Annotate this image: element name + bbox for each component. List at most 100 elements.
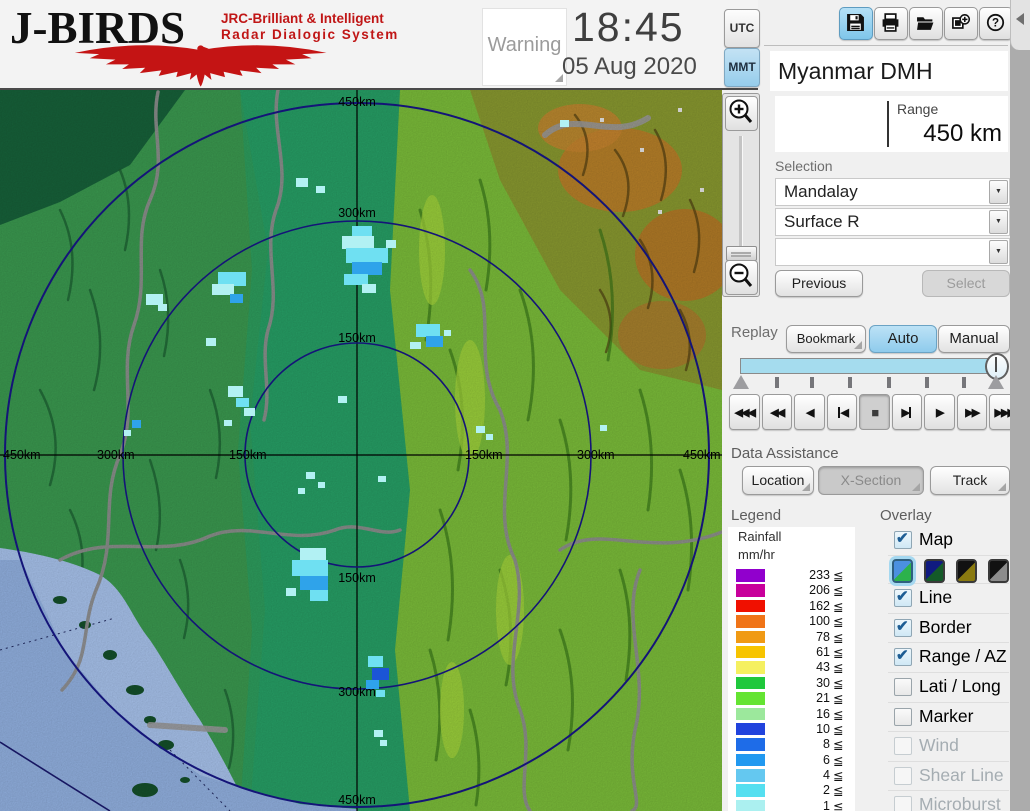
step-forward-button[interactable]: ▶ [891,394,922,430]
legend-row: 21 ≦ [728,691,855,706]
overlay-item-label: Border [919,616,972,637]
new-view-button[interactable] [944,7,978,40]
legend-swatch [736,569,765,582]
zoom-out-button[interactable] [725,260,758,295]
legend-swatch [736,615,765,628]
panel-collapse-tab[interactable] [1010,0,1030,50]
legend-row: 100 ≦ [728,614,855,629]
legend-row: 61 ≦ [728,645,855,660]
chevron-down-icon[interactable]: ▼ [989,210,1008,234]
legend-swatch [736,769,765,782]
slider-tick [887,377,891,388]
checkbox-line[interactable] [894,587,912,608]
site-dropdown[interactable]: Mandalay ▼ [775,178,1010,206]
legend-operator: ≦ [833,722,844,737]
logo-tagline-1: JRC-Brilliant & Intelligent [221,11,384,26]
mmt-button[interactable]: MMT [724,48,760,87]
stop-button[interactable]: ■ [859,394,890,430]
x-section-button[interactable]: X-Section [818,466,924,495]
map-zoom-control [722,93,760,297]
fast-forward-button[interactable]: ▶▶ [956,394,987,430]
checkbox-marker[interactable] [894,707,912,726]
print-button[interactable] [874,7,908,40]
radar-map[interactable]: 450km 300km 150km 150km 300km 450km 450km 300km… [0,90,722,811]
zoom-in-button[interactable] [725,96,758,131]
fast-rewind-button[interactable]: ◀◀ [761,394,792,430]
checkbox-range-az[interactable] [894,646,912,667]
overlay-item-label: Lati / Long [919,675,1001,696]
map-style-color-button[interactable] [892,558,913,583]
checkbox-map[interactable] [894,529,912,549]
overlay-row-microburst: Microburst [888,791,1009,811]
overlay-row-wind: Wind [888,732,1009,762]
svg-text:150km: 150km [338,331,376,345]
bookmark-button[interactable]: Bookmark [786,325,866,353]
checkbox-border[interactable] [894,617,912,637]
slider-end-marker[interactable] [988,375,1004,389]
station-name: Myanmar DMH [778,58,933,84]
warning-button[interactable]: Warning [482,8,567,86]
overlay-item-label: Range / AZ [919,646,1007,667]
chevron-down-icon[interactable]: ▼ [989,240,1008,264]
fast-rewind-3-button[interactable]: ◀◀◀ [729,394,760,430]
warning-label: Warning [487,34,562,56]
replay-slider-track[interactable] [740,358,998,374]
save-button[interactable] [839,7,873,40]
legend-value: 10 [816,721,830,736]
svg-text:150km: 150km [338,571,376,585]
step-backward-button[interactable]: ◀ [826,394,857,430]
legend-unit: mm/hr [738,547,775,562]
location-button[interactable]: Location [742,466,814,495]
svg-text:450km: 450km [338,793,376,807]
legend-operator: ≦ [833,692,844,707]
selection-label: Selection [775,158,833,174]
utc-button[interactable]: UTC [724,9,760,48]
zoom-in-icon [729,99,753,123]
help-icon: ? [986,13,1005,32]
legend-row: 43 ≦ [728,660,855,675]
reverse-play-button[interactable]: ◀ [794,394,825,430]
map-style-olive-button[interactable] [956,558,977,583]
clock-date: 05 Aug 2020 [562,53,697,80]
svg-text:150km: 150km [465,448,503,462]
legend-box: Rainfall mm/hr 233 ≦ 206 ≦ 162 ≦ 100 ≦ 78 ≦ 61 ≦ 43 ≦… [728,527,855,811]
map-style-dark-button[interactable] [924,558,945,583]
legend-swatch [736,599,765,613]
zoom-slider-track[interactable] [739,136,743,254]
legend-swatch [736,738,765,751]
collapse-arrow-icon [1016,13,1024,25]
legend-swatch [736,722,765,736]
overlay-label: Overlay [880,507,932,524]
auto-button[interactable]: Auto [869,325,937,353]
header: J-BIRDS JRC-Brilliant & Intelligent Rada… [0,0,760,90]
legend-row: 30 ≦ [728,676,855,691]
zoom-slider-thumb[interactable] [726,246,757,261]
svg-text:300km: 300km [338,206,376,220]
svg-text:300km: 300km [577,448,615,462]
legend-value: 78 [816,629,830,644]
svg-text:300km: 300km [338,685,376,699]
select-button[interactable]: Select [922,270,1010,297]
product-dropdown[interactable]: Surface R ▼ [775,208,1010,236]
map-style-gray-button[interactable] [988,558,1009,583]
legend-row: 233 ≦ [728,568,855,583]
overlay-row-map: Map [888,526,1009,556]
legend-value: 6 [823,752,830,767]
option-dropdown[interactable]: ▼ [775,238,1010,266]
chevron-down-icon[interactable]: ▼ [989,180,1008,204]
play-button[interactable]: ▶ [924,394,955,430]
open-folder-button[interactable] [909,7,943,40]
manual-button[interactable]: Manual [938,325,1010,353]
legend-operator: ≦ [833,661,844,676]
legend-operator: ≦ [833,799,844,811]
overlay-row-range-az: Range / AZ [888,643,1009,673]
slider-start-marker[interactable] [733,375,749,389]
previous-button[interactable]: Previous [775,270,863,297]
svg-text:450km: 450km [3,448,41,462]
help-button[interactable]: ? [979,7,1013,40]
legend-value: 162 [809,598,830,613]
track-button[interactable]: Track [930,466,1010,495]
legend-value: 16 [816,706,830,721]
checkbox-lati-long[interactable] [894,677,912,696]
legend-operator: ≦ [833,615,844,630]
